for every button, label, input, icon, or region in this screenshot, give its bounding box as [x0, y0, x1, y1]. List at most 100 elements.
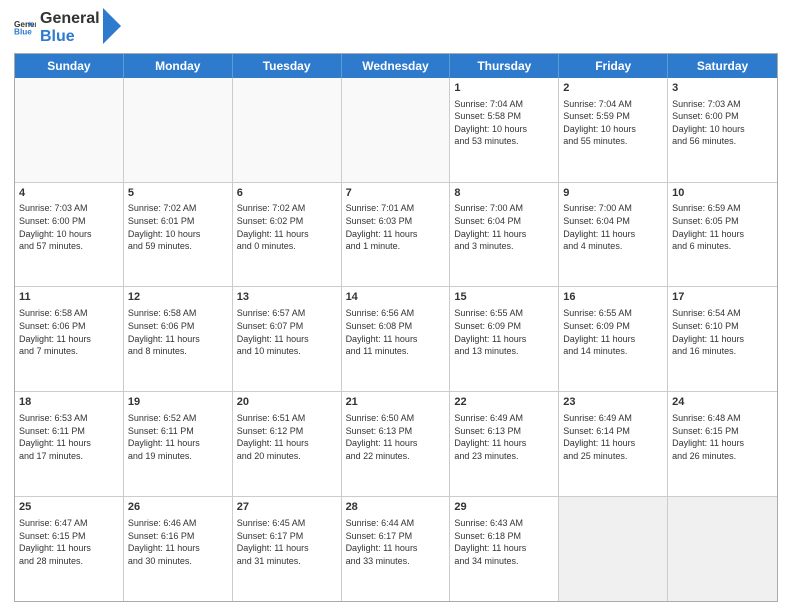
- calendar-cell: 12 Sunrise: 6:58 AMSunset: 6:06 PMDayligh…: [124, 287, 233, 391]
- weekday-header-tuesday: Tuesday: [233, 54, 342, 78]
- calendar-cell: 7Sunrise: 7:01 AMSunset: 6:03 PMDaylight…: [342, 183, 451, 287]
- svg-text:Blue: Blue: [14, 28, 32, 37]
- day-info: Sunrise: 6:58 AMSunset: 6:06 PMDaylight:…: [128, 307, 228, 357]
- day-number: 28: [346, 500, 446, 515]
- calendar-week-4: 25 Sunrise: 6:47 AMSunset: 6:15 PMDayligh…: [15, 497, 777, 601]
- day-number: 21: [346, 395, 446, 410]
- day-info: Sunrise: 6:54 AMSunset: 6:10 PMDaylight:…: [672, 307, 773, 357]
- logo-blue: Blue: [40, 28, 100, 46]
- day-number: 2: [563, 81, 663, 96]
- calendar-cell: 22 Sunrise: 6:49 AMSunset: 6:13 PMDayligh…: [450, 392, 559, 496]
- day-number: 26: [128, 500, 228, 515]
- calendar-cell: [559, 497, 668, 601]
- calendar-cell: [15, 78, 124, 182]
- calendar-cell: 6Sunrise: 7:02 AMSunset: 6:02 PMDaylight…: [233, 183, 342, 287]
- calendar-cell: 17Sunrise: 6:54 AMSunset: 6:10 PMDayligh…: [668, 287, 777, 391]
- day-info: Sunrise: 7:00 AMSunset: 6:04 PMDaylight:…: [454, 202, 554, 252]
- calendar-cell: 16 Sunrise: 6:55 AMSunset: 6:09 PMDayligh…: [559, 287, 668, 391]
- day-number: 23: [563, 395, 663, 410]
- day-number: 5: [128, 186, 228, 201]
- page: General Blue General Blue SundayMondayTu…: [0, 0, 792, 612]
- day-info: Sunrise: 6:50 AMSunset: 6:13 PMDaylight:…: [346, 412, 446, 462]
- day-info: Sunrise: 6:49 AMSunset: 6:13 PMDaylight:…: [454, 412, 554, 462]
- day-number: 22: [454, 395, 554, 410]
- calendar-cell: 11 Sunrise: 6:58 AMSunset: 6:06 PMDayligh…: [15, 287, 124, 391]
- day-info: Sunrise: 6:53 AMSunset: 6:11 PMDaylight:…: [19, 412, 119, 462]
- weekday-header-thursday: Thursday: [450, 54, 559, 78]
- day-info: Sunrise: 7:02 AMSunset: 6:01 PMDaylight:…: [128, 202, 228, 252]
- day-number: 3: [672, 81, 773, 96]
- day-info: Sunrise: 6:45 AMSunset: 6:17 PMDaylight:…: [237, 517, 337, 567]
- day-number: 19: [128, 395, 228, 410]
- day-number: 24: [672, 395, 773, 410]
- day-number: 25: [19, 500, 119, 515]
- weekday-header-wednesday: Wednesday: [342, 54, 451, 78]
- calendar-cell: 28 Sunrise: 6:44 AMSunset: 6:17 PMDayligh…: [342, 497, 451, 601]
- day-info: Sunrise: 7:04 AMSunset: 5:59 PMDaylight:…: [563, 98, 663, 148]
- day-info: Sunrise: 7:04 AMSunset: 5:58 PMDaylight:…: [454, 98, 554, 148]
- day-info: Sunrise: 6:57 AMSunset: 6:07 PMDaylight:…: [237, 307, 337, 357]
- calendar-cell: 27 Sunrise: 6:45 AMSunset: 6:17 PMDayligh…: [233, 497, 342, 601]
- calendar-cell: [233, 78, 342, 182]
- day-info: Sunrise: 6:48 AMSunset: 6:15 PMDaylight:…: [672, 412, 773, 462]
- calendar-cell: 21 Sunrise: 6:50 AMSunset: 6:13 PMDayligh…: [342, 392, 451, 496]
- day-info: Sunrise: 6:46 AMSunset: 6:16 PMDaylight:…: [128, 517, 228, 567]
- day-number: 13: [237, 290, 337, 305]
- calendar-cell: 15 Sunrise: 6:55 AMSunset: 6:09 PMDayligh…: [450, 287, 559, 391]
- day-info: Sunrise: 6:59 AMSunset: 6:05 PMDaylight:…: [672, 202, 773, 252]
- calendar-cell: 14 Sunrise: 6:56 AMSunset: 6:08 PMDayligh…: [342, 287, 451, 391]
- day-number: 1: [454, 81, 554, 96]
- day-info: Sunrise: 6:47 AMSunset: 6:15 PMDaylight:…: [19, 517, 119, 567]
- logo-general: General: [40, 10, 100, 28]
- calendar-cell: 26 Sunrise: 6:46 AMSunset: 6:16 PMDayligh…: [124, 497, 233, 601]
- day-number: 14: [346, 290, 446, 305]
- day-info: Sunrise: 6:43 AMSunset: 6:18 PMDaylight:…: [454, 517, 554, 567]
- day-info: Sunrise: 7:03 AMSunset: 6:00 PMDaylight:…: [19, 202, 119, 252]
- day-info: Sunrise: 6:44 AMSunset: 6:17 PMDaylight:…: [346, 517, 446, 567]
- calendar-cell: 10Sunrise: 6:59 AMSunset: 6:05 PMDayligh…: [668, 183, 777, 287]
- calendar: SundayMondayTuesdayWednesdayThursdayFrid…: [14, 53, 778, 602]
- day-info: Sunrise: 6:55 AMSunset: 6:09 PMDaylight:…: [563, 307, 663, 357]
- calendar-cell: 5Sunrise: 7:02 AMSunset: 6:01 PMDaylight…: [124, 183, 233, 287]
- day-number: 15: [454, 290, 554, 305]
- calendar-cell: 13 Sunrise: 6:57 AMSunset: 6:07 PMDayligh…: [233, 287, 342, 391]
- logo-icon: General Blue: [14, 17, 36, 39]
- calendar-body: 1 Sunrise: 7:04 AMSunset: 5:58 PMDaylight…: [15, 78, 777, 601]
- day-info: Sunrise: 7:03 AMSunset: 6:00 PMDaylight:…: [672, 98, 773, 148]
- day-info: Sunrise: 7:01 AMSunset: 6:03 PMDaylight:…: [346, 202, 446, 252]
- calendar-week-3: 18 Sunrise: 6:53 AMSunset: 6:11 PMDayligh…: [15, 392, 777, 497]
- calendar-cell: 24 Sunrise: 6:48 AMSunset: 6:15 PMDayligh…: [668, 392, 777, 496]
- calendar-cell: 18 Sunrise: 6:53 AMSunset: 6:11 PMDayligh…: [15, 392, 124, 496]
- weekday-header-monday: Monday: [124, 54, 233, 78]
- calendar-header: SundayMondayTuesdayWednesdayThursdayFrid…: [15, 54, 777, 78]
- day-number: 18: [19, 395, 119, 410]
- calendar-cell: 29 Sunrise: 6:43 AMSunset: 6:18 PMDayligh…: [450, 497, 559, 601]
- day-info: Sunrise: 6:49 AMSunset: 6:14 PMDaylight:…: [563, 412, 663, 462]
- day-number: 16: [563, 290, 663, 305]
- day-info: Sunrise: 6:55 AMSunset: 6:09 PMDaylight:…: [454, 307, 554, 357]
- calendar-cell: 25 Sunrise: 6:47 AMSunset: 6:15 PMDayligh…: [15, 497, 124, 601]
- calendar-cell: 2 Sunrise: 7:04 AMSunset: 5:59 PMDaylight…: [559, 78, 668, 182]
- day-number: 7: [346, 186, 446, 201]
- day-number: 27: [237, 500, 337, 515]
- day-info: Sunrise: 6:58 AMSunset: 6:06 PMDaylight:…: [19, 307, 119, 357]
- calendar-week-0: 1 Sunrise: 7:04 AMSunset: 5:58 PMDaylight…: [15, 78, 777, 183]
- day-info: Sunrise: 6:52 AMSunset: 6:11 PMDaylight:…: [128, 412, 228, 462]
- day-number: 6: [237, 186, 337, 201]
- day-info: Sunrise: 6:51 AMSunset: 6:12 PMDaylight:…: [237, 412, 337, 462]
- calendar-week-2: 11 Sunrise: 6:58 AMSunset: 6:06 PMDayligh…: [15, 287, 777, 392]
- logo: General Blue General Blue: [14, 10, 121, 47]
- calendar-cell: 20Sunrise: 6:51 AMSunset: 6:12 PMDayligh…: [233, 392, 342, 496]
- header: General Blue General Blue: [14, 10, 778, 47]
- weekday-header-sunday: Sunday: [15, 54, 124, 78]
- day-number: 29: [454, 500, 554, 515]
- day-number: 11: [19, 290, 119, 305]
- calendar-cell: 19 Sunrise: 6:52 AMSunset: 6:11 PMDayligh…: [124, 392, 233, 496]
- day-number: 4: [19, 186, 119, 201]
- calendar-cell: 8Sunrise: 7:00 AMSunset: 6:04 PMDaylight…: [450, 183, 559, 287]
- day-info: Sunrise: 6:56 AMSunset: 6:08 PMDaylight:…: [346, 307, 446, 357]
- day-number: 12: [128, 290, 228, 305]
- calendar-cell: 1 Sunrise: 7:04 AMSunset: 5:58 PMDaylight…: [450, 78, 559, 182]
- calendar-cell: 9Sunrise: 7:00 AMSunset: 6:04 PMDaylight…: [559, 183, 668, 287]
- calendar-cell: [124, 78, 233, 182]
